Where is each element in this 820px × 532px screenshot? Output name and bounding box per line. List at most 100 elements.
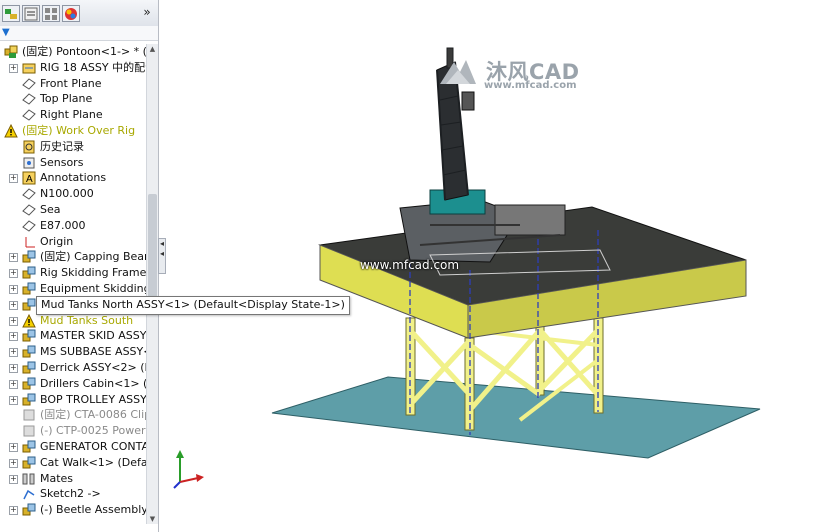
tree-item[interactable]: + Drillers Cabin<1> (D	[0, 376, 156, 392]
tree-item[interactable]: (固定) Pontoon<1-> * (	[0, 44, 150, 60]
panel-splitter-handle[interactable]: ◂ ◂	[158, 238, 166, 274]
tree-item-label: Mates	[40, 471, 74, 485]
property-manager-tab[interactable]	[22, 5, 40, 22]
tree-item-label: Top Plane	[40, 92, 93, 106]
tree-item-label: (固定) Pontoon<1-> * (	[22, 45, 147, 58]
expand-toggle-icon[interactable]: +	[9, 300, 18, 310]
tree-item[interactable]: Right Plane	[0, 107, 150, 123]
filter-icon[interactable]: ▼	[2, 27, 10, 39]
tree-item-label: (固定) Work Over Rig	[22, 124, 136, 137]
tree-item[interactable]: Origin	[0, 234, 150, 250]
mates-icon	[22, 472, 36, 486]
suppressed-part-icon	[22, 424, 36, 438]
property-icon	[24, 7, 38, 21]
subassembly-icon	[22, 361, 36, 375]
expand-toggle-icon[interactable]: +	[9, 364, 18, 373]
expand-toggle-icon[interactable]: +	[9, 458, 18, 468]
tree-item-label: Cat Walk<1> (Defau	[40, 455, 155, 469]
tree-item[interactable]: + MASTER SKID ASSY<	[0, 328, 156, 344]
expand-toggle-icon[interactable]: +	[9, 285, 18, 294]
tree-item[interactable]: E87.000	[0, 218, 150, 234]
tree-scrollbar[interactable]: ▲ ▼	[146, 44, 158, 524]
tree-item-label: GENERATOR CONTA	[40, 440, 149, 453]
warning-subassembly-icon	[22, 313, 36, 328]
viewport-watermark-text: www.mfcad.com	[360, 258, 460, 272]
scroll-thumb[interactable]	[148, 194, 157, 304]
tree-item[interactable]: + Equipment Skidding	[0, 281, 151, 297]
history-icon	[22, 140, 36, 154]
plane-icon	[22, 108, 36, 122]
expand-toggle-icon[interactable]: +	[9, 253, 18, 263]
scroll-up-icon[interactable]: ▲	[147, 44, 158, 54]
expand-toggle-icon[interactable]: +	[9, 506, 18, 516]
tree-item-label: Rig Skidding Frame /	[40, 266, 154, 280]
tree-item[interactable]: + Derrick ASSY<2> (De	[0, 360, 158, 376]
expand-toggle-icon[interactable]: +	[9, 63, 18, 73]
tree-item[interactable]: + Rig Skidding Frame /	[0, 265, 154, 281]
tree-item[interactable]: + Cat Walk<1> (Defau	[0, 455, 155, 471]
configuration-manager-tab[interactable]	[42, 5, 60, 22]
subassembly-icon	[22, 345, 36, 359]
tree-item-label: MS SUBBASE ASSY<	[40, 345, 153, 359]
subassembly-icon	[22, 393, 36, 407]
tree-item[interactable]: 历史记录	[0, 139, 150, 155]
tree-item[interactable]: (固定) CTA-0086 Clip	[0, 407, 152, 423]
feature-tree: (固定) Pontoon<1-> * ( + RIG 18 ASSY 中的配合 Fro…	[0, 44, 158, 532]
expand-toggle-icon[interactable]: +	[9, 474, 18, 484]
feature-tree-icon	[5, 9, 17, 19]
expand-toggle-icon[interactable]: +	[9, 332, 18, 342]
feature-manager-panel: » ▼ (固定) Pontoon<1-> * ( + RIG 18 ASSY 中的配…	[0, 0, 159, 532]
tree-item[interactable]: (固定) Work Over Rig	[0, 123, 150, 139]
tree-item-label: RIG 18 ASSY 中的配合	[40, 60, 157, 74]
tree-item[interactable]: Front Plane	[0, 76, 150, 92]
tree-item-label: (固定) Capping Beam	[40, 250, 155, 264]
mates-folder-icon	[22, 61, 36, 75]
tree-item-label: (-) CTP-0025 Power p	[40, 424, 157, 438]
tree-item-label: MASTER SKID ASSY<	[40, 329, 156, 343]
tree-item[interactable]: + GENERATOR CONTA	[0, 439, 150, 455]
tree-item[interactable]: Top Plane	[0, 91, 150, 107]
expand-toggle-icon[interactable]: +	[9, 348, 18, 358]
plane-icon	[22, 187, 36, 201]
tree-item[interactable]: + Mates	[0, 471, 150, 487]
panel-tab-bar: »	[0, 0, 158, 27]
tree-item-label: Equipment Skidding	[40, 282, 151, 295]
tree-item[interactable]: + BOP TROLLEY ASSY<	[0, 392, 156, 408]
tree-item-label: Derrick ASSY<2> (De	[40, 361, 159, 374]
subassembly-icon	[22, 440, 36, 454]
subassembly-icon	[22, 250, 36, 264]
expand-toggle-icon[interactable]: +	[9, 379, 18, 389]
subassembly-icon	[22, 266, 36, 280]
expand-toggle-icon[interactable]: +	[9, 443, 18, 452]
subassembly-icon	[22, 456, 36, 470]
subassembly-icon	[22, 503, 36, 517]
warning-assembly-icon	[4, 123, 18, 138]
expand-toggle-icon[interactable]: +	[9, 269, 18, 279]
annotation-icon: A	[22, 171, 36, 185]
configuration-icon	[45, 8, 57, 20]
tree-item[interactable]: + RIG 18 ASSY 中的配合	[0, 60, 156, 76]
tree-item-label: Sea	[40, 203, 61, 216]
tree-item[interactable]: (-) CTP-0025 Power p	[0, 423, 156, 439]
feature-manager-tab[interactable]	[2, 5, 20, 22]
expand-panel-button[interactable]: »	[140, 4, 154, 20]
tree-item[interactable]: Sea	[0, 202, 150, 218]
tree-item-label: BOP TROLLEY ASSY<	[40, 392, 157, 406]
tree-item[interactable]: + (固定) Capping Beam	[0, 249, 155, 265]
tree-item[interactable]: + MS SUBBASE ASSY<	[0, 344, 153, 360]
tree-item-label: Origin	[40, 234, 74, 248]
expand-toggle-icon[interactable]: +	[9, 316, 18, 326]
origin-icon	[22, 235, 36, 249]
tree-item[interactable]: + A Annotations	[0, 170, 150, 186]
tree-item[interactable]: + (-) Beetle Assembly - Fu	[0, 502, 158, 518]
expand-toggle-icon[interactable]: +	[9, 395, 18, 405]
tree-item[interactable]: Sensors	[0, 155, 150, 171]
tree-item[interactable]: N100.000	[0, 186, 150, 202]
tree-item-label: Sensors	[40, 155, 84, 169]
tree-item-label: (固定) CTA-0086 Clip	[40, 408, 152, 422]
scroll-down-icon[interactable]: ▼	[147, 514, 158, 524]
tree-item[interactable]: Sketch2 ->	[0, 486, 150, 502]
subassembly-icon	[22, 282, 36, 296]
expand-toggle-icon[interactable]: +	[9, 174, 18, 184]
appearance-tab[interactable]	[62, 5, 80, 22]
